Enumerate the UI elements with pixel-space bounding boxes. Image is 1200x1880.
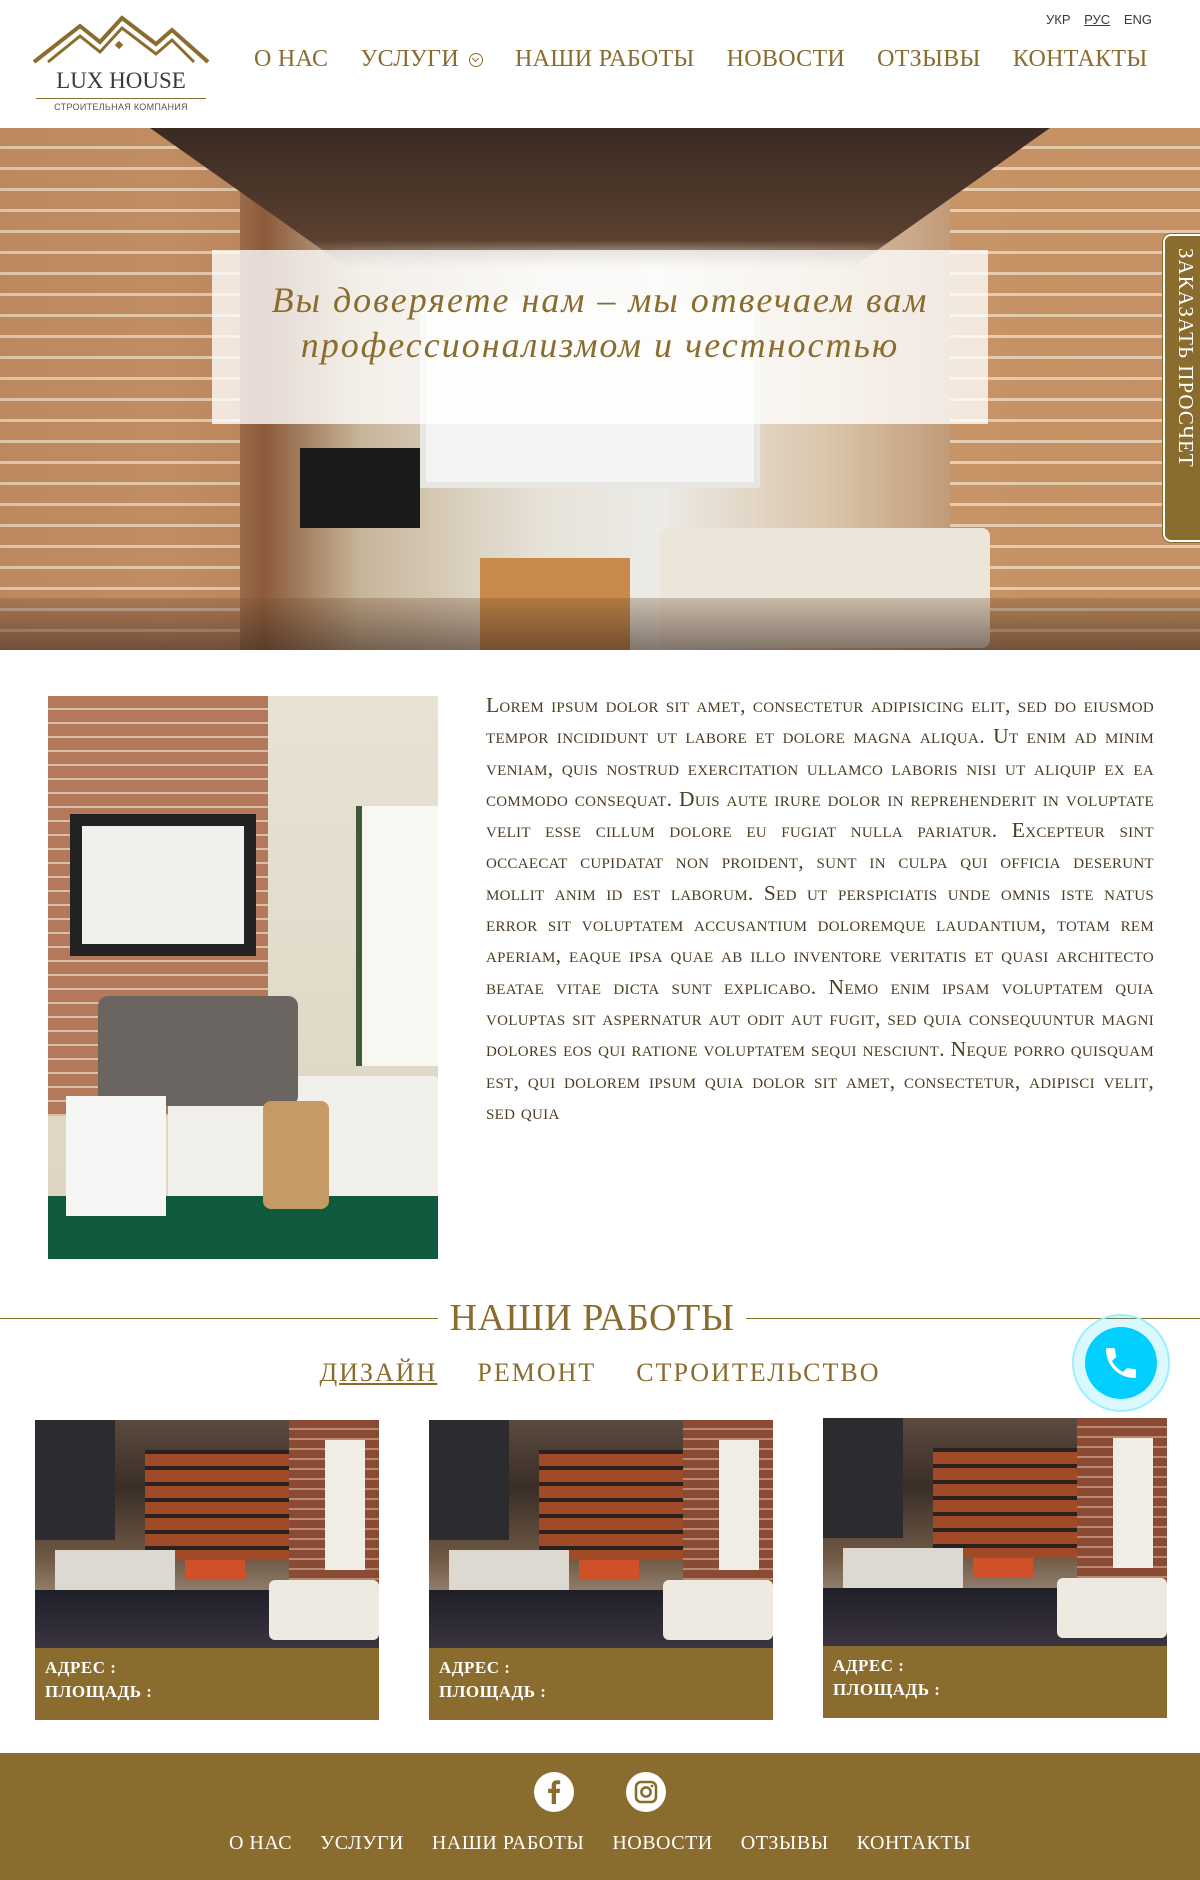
card-counter	[843, 1548, 963, 1588]
hero-ceiling	[150, 128, 1050, 268]
card-chairs	[185, 1560, 245, 1580]
card-window	[325, 1440, 365, 1570]
card-area-label: ПЛОЩАДЬ :	[439, 1682, 547, 1701]
card-chairs	[973, 1558, 1033, 1578]
facebook-link[interactable]	[534, 1772, 574, 1812]
nav-contacts-label: КОНТАКТЫ	[1012, 46, 1148, 72]
card-address-label: АДРЕС :	[833, 1656, 905, 1675]
footer-nav: О НАС УСЛУГИ НАШИ РАБОТЫ НОВОСТИ ОТЗЫВЫ …	[0, 1832, 1200, 1855]
footer-nav-news[interactable]: НОВОСТИ	[612, 1832, 712, 1855]
about-photo	[48, 696, 438, 1259]
footer-nav-works[interactable]: НАШИ РАБОТЫ	[432, 1832, 584, 1855]
card-shelf	[933, 1448, 1083, 1558]
nav-reviews-label: ОТЗЫВЫ	[877, 46, 981, 72]
work-card-info: АДРЕС : ПЛОЩАДЬ :	[429, 1648, 773, 1720]
order-estimate-label: ЗАКАЗАТЬ ПРОСЧЕТ	[1174, 248, 1198, 468]
instagram-link[interactable]	[626, 1772, 666, 1812]
hero-slogan: Вы доверяете нам – мы отвечаем вам профе…	[212, 278, 988, 368]
footer-nav-about[interactable]: О НАС	[229, 1832, 292, 1855]
nav-about[interactable]: О НАС	[254, 46, 328, 73]
works-divider-left	[0, 1318, 438, 1319]
card-wall	[429, 1420, 509, 1540]
about-text: Lorem ipsum dolor sit amet, consectetur …	[486, 693, 1154, 1124]
language-switcher: УКР РУС ENG	[1046, 12, 1162, 27]
hero-tv	[300, 448, 420, 528]
work-card-image[interactable]	[35, 1420, 379, 1648]
about-sofa	[98, 996, 298, 1106]
main-nav: О НАС УСЛУГИ НАШИ РАБОТЫ НОВОСТИ ОТЗЫВЫ …	[254, 46, 1148, 73]
about-window	[356, 806, 438, 1066]
chevron-down-icon[interactable]	[469, 52, 483, 67]
footer-nav-reviews[interactable]: ОТЗЫВЫ	[741, 1832, 829, 1855]
work-card-info: АДРЕС : ПЛОЩАДЬ :	[823, 1646, 1167, 1718]
logo-subtitle: СТРОИТЕЛЬНАЯ КОМПАНИЯ	[54, 102, 188, 112]
work-card[interactable]: АДРЕС : ПЛОЩАДЬ :	[429, 1420, 773, 1720]
facebook-icon	[548, 1780, 561, 1804]
card-shelf	[145, 1450, 295, 1560]
tab-repair[interactable]: РЕМОНТ	[477, 1358, 596, 1388]
nav-works-label: НАШИ РАБОТЫ	[515, 46, 695, 72]
nav-works[interactable]: НАШИ РАБОТЫ	[515, 46, 695, 73]
card-window	[719, 1440, 759, 1570]
tab-construction[interactable]: СТРОИТЕЛЬСТВО	[636, 1358, 880, 1388]
hero-brick-wall-left	[0, 128, 240, 650]
card-sofa	[1057, 1578, 1167, 1638]
nav-news[interactable]: НОВОСТИ	[727, 46, 845, 73]
card-window	[1113, 1438, 1153, 1568]
card-shelf	[539, 1450, 689, 1560]
work-card-image[interactable]	[429, 1420, 773, 1648]
card-counter	[449, 1550, 569, 1590]
nav-reviews[interactable]: ОТЗЫВЫ	[877, 46, 981, 73]
work-card-info: АДРЕС : ПЛОЩАДЬ :	[35, 1648, 379, 1720]
tab-design[interactable]: ДИЗАЙН	[319, 1358, 437, 1388]
logo-title: LUX HOUSE	[56, 68, 186, 93]
card-wall	[35, 1420, 115, 1540]
lang-rus[interactable]: РУС	[1084, 12, 1110, 27]
card-area-label: ПЛОЩАДЬ :	[833, 1680, 941, 1699]
work-card[interactable]: АДРЕС : ПЛОЩАДЬ :	[35, 1420, 379, 1720]
phone-icon[interactable]	[1101, 1343, 1141, 1383]
work-card-image[interactable]	[823, 1418, 1167, 1646]
logo[interactable]: LUX HOUSE СТРОИТЕЛЬНАЯ КОМПАНИЯ	[30, 12, 212, 112]
hero-slogan-line1: Вы доверяете нам – мы отвечаем вам	[271, 280, 929, 320]
works-tabs: ДИЗАЙН РЕМОНТ СТРОИТЕЛЬСТВО	[0, 1358, 1200, 1388]
lang-eng[interactable]: ENG	[1124, 12, 1152, 27]
footer-nav-contacts[interactable]: КОНТАКТЫ	[857, 1832, 971, 1855]
about-side-table	[66, 1096, 166, 1216]
site-header: LUX HOUSE СТРОИТЕЛЬНАЯ КОМПАНИЯ УКР РУС …	[0, 0, 1200, 128]
work-card[interactable]: АДРЕС : ПЛОЩАДЬ :	[823, 1418, 1167, 1718]
about-picture	[82, 826, 244, 944]
card-address-label: АДРЕС :	[439, 1658, 511, 1677]
card-sofa	[663, 1580, 773, 1640]
site-footer	[0, 1753, 1200, 1880]
card-sofa	[269, 1580, 379, 1640]
card-address-label: АДРЕС :	[45, 1658, 117, 1677]
nav-about-label: О НАС	[254, 46, 329, 72]
hero-slogan-line2: профессионализмом и честностью	[300, 325, 900, 365]
hero-floor	[0, 598, 1200, 650]
works-title: НАШИ РАБОТЫ	[449, 1297, 735, 1339]
card-area-label: ПЛОЩАДЬ :	[45, 1682, 153, 1701]
card-chairs	[579, 1560, 639, 1580]
nav-contacts[interactable]: КОНТАКТЫ	[1013, 46, 1148, 73]
card-wall	[823, 1418, 903, 1538]
nav-services[interactable]: УСЛУГИ	[360, 46, 483, 73]
lang-ukr[interactable]: УКР	[1046, 12, 1071, 27]
nav-services-label: УСЛУГИ	[360, 46, 459, 72]
footer-nav-services[interactable]: УСЛУГИ	[320, 1832, 404, 1855]
instagram-icon	[634, 1780, 658, 1804]
about-stool	[263, 1101, 329, 1209]
logo-divider	[36, 98, 206, 99]
hero-banner: Вы доверяете нам – мы отвечаем вам профе…	[0, 128, 1200, 650]
nav-news-label: НОВОСТИ	[726, 46, 846, 72]
house-roof-icon	[32, 15, 210, 64]
card-counter	[55, 1550, 175, 1590]
